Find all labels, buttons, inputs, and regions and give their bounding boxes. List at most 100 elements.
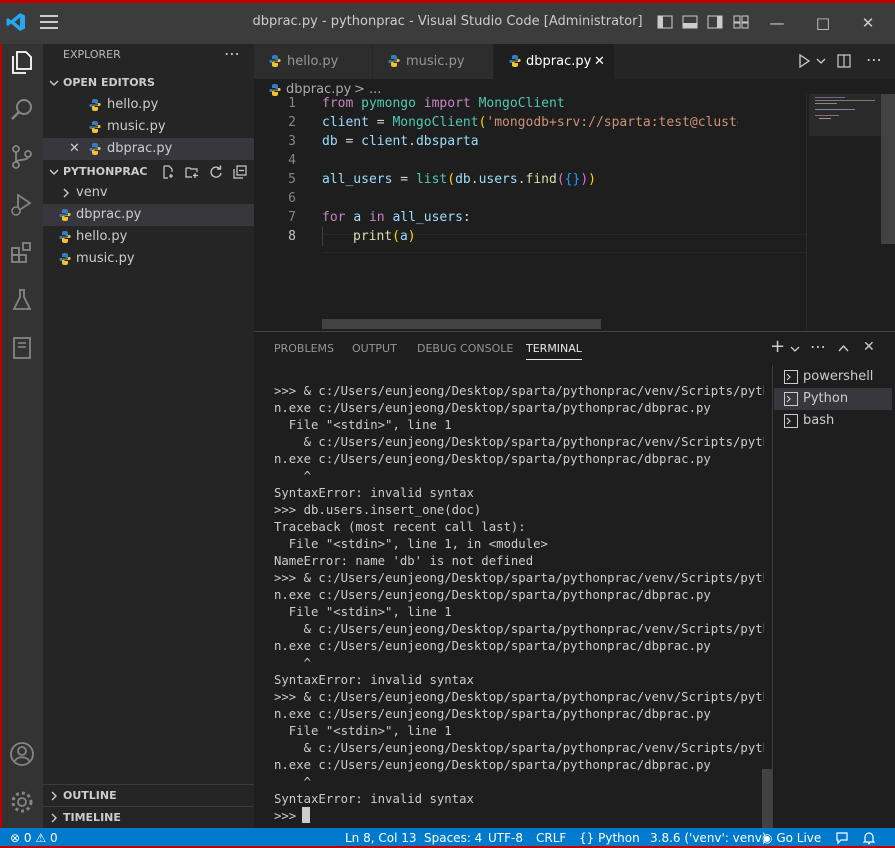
explorer-icon[interactable] (8, 48, 36, 76)
code-token: ( (392, 229, 400, 244)
source-control-icon[interactable] (8, 143, 36, 171)
code-token: dbsparta (415, 134, 479, 149)
terminal-list-item-python[interactable]: Python (774, 388, 892, 410)
error-count: 0 (23, 831, 32, 845)
new-file-icon[interactable] (161, 165, 175, 179)
code-token: a (353, 210, 362, 225)
project-title: PYTHONPRAC (63, 165, 148, 178)
project-section[interactable]: PYTHONPRAC (43, 161, 254, 183)
explorer-more-actions-icon[interactable]: ⋯ (224, 44, 240, 63)
close-editor-icon[interactable]: ✕ (69, 138, 80, 160)
close-tab-icon[interactable]: ✕ (594, 44, 605, 79)
feedback-icon[interactable] (835, 831, 849, 845)
close-window-button[interactable]: ✕ (858, 13, 878, 33)
tab-hello[interactable]: hello.py (254, 44, 373, 79)
testing-flask-icon[interactable] (8, 286, 36, 314)
window-title: dbprac.py - pythonprac - Visual Studio C… (252, 14, 643, 29)
status-bar: ⊗ 0 ⚠ 0 Ln 8, Col 13 Spaces: 4 UTF-8 CRL… (0, 828, 895, 848)
settings-gear-icon[interactable] (8, 788, 36, 816)
go-live-button[interactable]: ◉ Go Live (762, 828, 821, 848)
line-number: 5 (288, 172, 296, 187)
panel-tab-terminal[interactable]: TERMINAL (526, 342, 582, 360)
terminal-line: SyntaxError: invalid syntax (274, 486, 474, 500)
code-token: . (408, 134, 416, 149)
language-mode[interactable]: {} Python (579, 828, 640, 848)
open-editor-item-dbprac[interactable]: ✕ dbprac.py (43, 138, 254, 160)
indentation-setting[interactable]: Spaces: 4 (424, 828, 482, 848)
terminal-list-item-bash[interactable]: bash (774, 410, 892, 432)
run-dropdown-chevron-icon[interactable] (816, 56, 826, 66)
eol-setting[interactable]: CRLF (536, 828, 566, 848)
open-editor-item-music[interactable]: music.py (43, 116, 254, 138)
terminal-line: File "<stdin>", line 1, in <module> (274, 537, 548, 551)
toggle-secondary-sidebar-icon[interactable] (707, 14, 723, 30)
code-token: MongoClient (478, 96, 565, 111)
open-editor-item-hello[interactable]: hello.py (43, 94, 254, 116)
account-icon[interactable] (8, 740, 36, 768)
tab-label: music.py (406, 54, 465, 69)
editor-horizontal-scrollbar[interactable] (322, 319, 601, 329)
code-editor[interactable]: 1 2 3 4 5 6 7 8 from pymongo import Mong… (254, 94, 895, 330)
split-editor-icon[interactable] (837, 54, 851, 68)
terminal-list-item-powershell[interactable]: powershell (774, 366, 892, 388)
code-token: client (322, 115, 369, 130)
panel-tab-output[interactable]: OUTPUT (352, 342, 397, 355)
timeline-section[interactable]: TIMELINE (43, 806, 254, 828)
code-line: for a in all_users: (322, 208, 471, 227)
remote-explorer-icon[interactable] (8, 334, 36, 362)
panel-more-actions-icon[interactable]: ⋯ (810, 337, 826, 356)
outline-section[interactable]: OUTLINE (43, 784, 254, 806)
editor-more-actions-icon[interactable]: ⋯ (866, 50, 882, 69)
close-panel-icon[interactable]: ✕ (863, 339, 875, 355)
problems-status[interactable]: ⊗ 0 ⚠ 0 (10, 828, 58, 848)
minimize-button[interactable]: — (767, 13, 787, 33)
collapse-all-icon[interactable] (233, 165, 247, 179)
open-editors-section[interactable]: OPEN EDITORS (43, 72, 254, 94)
code-token: find (525, 172, 557, 187)
new-terminal-plus-icon[interactable]: + (770, 336, 785, 357)
notifications-bell-icon[interactable] (862, 831, 876, 845)
python-file-icon (59, 231, 71, 243)
file-item-hello[interactable]: hello.py (43, 226, 254, 248)
terminal-dropdown-chevron-icon[interactable] (790, 344, 800, 354)
terminal-line: & c:/Users/eunjeong/Desktop/sparta/pytho… (274, 622, 764, 636)
run-python-file-icon[interactable] (797, 54, 811, 68)
tab-dbprac[interactable]: dbprac.py ✕ (494, 44, 615, 79)
explorer-sidebar: EXPLORER ⋯ OPEN EDITORS hello.py music.p… (43, 44, 254, 828)
open-editor-label: music.py (107, 119, 166, 134)
panel-tab-problems[interactable]: PROBLEMS (274, 342, 334, 355)
search-icon[interactable] (8, 96, 36, 124)
code-token: ( (556, 172, 565, 187)
python-file-icon (509, 55, 521, 67)
terminal-output[interactable]: >>> & c:/Users/eunjeong/Desktop/sparta/p… (274, 383, 764, 825)
code-line: print(a) (353, 227, 416, 246)
open-editor-label: dbprac.py (107, 141, 173, 156)
editor-vertical-scrollbar[interactable] (881, 94, 895, 244)
code-token: in (368, 210, 385, 225)
code-token: all_users (322, 172, 393, 187)
code-token: db (455, 172, 471, 187)
refresh-icon[interactable] (209, 165, 223, 179)
folder-item-venv[interactable]: venv (43, 182, 254, 204)
maximize-panel-chevron-up-icon[interactable] (837, 342, 850, 355)
file-item-dbprac[interactable]: dbprac.py (43, 204, 254, 226)
code-token: MongoClient (392, 115, 479, 130)
line-number: 3 (288, 134, 296, 149)
run-debug-icon[interactable] (8, 190, 36, 218)
customize-layout-icon[interactable] (733, 14, 749, 30)
cursor-position[interactable]: Ln 8, Col 13 (345, 828, 417, 848)
python-interpreter[interactable]: 3.8.6 ('venv': venv) (650, 828, 767, 848)
code-line: client = MongoClient('mongodb+srv://spar… (322, 113, 738, 132)
encoding-setting[interactable]: UTF-8 (488, 828, 523, 848)
panel-tab-debug-console[interactable]: DEBUG CONSOLE (417, 342, 513, 355)
minimap[interactable] (806, 94, 881, 330)
maximize-button[interactable]: □ (813, 13, 833, 33)
file-item-music[interactable]: music.py (43, 248, 254, 270)
tab-music[interactable]: music.py (373, 44, 494, 79)
extensions-icon[interactable] (8, 238, 36, 266)
new-folder-icon[interactable] (185, 165, 199, 179)
toggle-sidebar-icon[interactable] (657, 14, 673, 30)
terminal-scrollbar[interactable] (762, 769, 772, 829)
toggle-panel-icon[interactable] (682, 14, 698, 30)
code-token: pymongo (361, 96, 416, 111)
